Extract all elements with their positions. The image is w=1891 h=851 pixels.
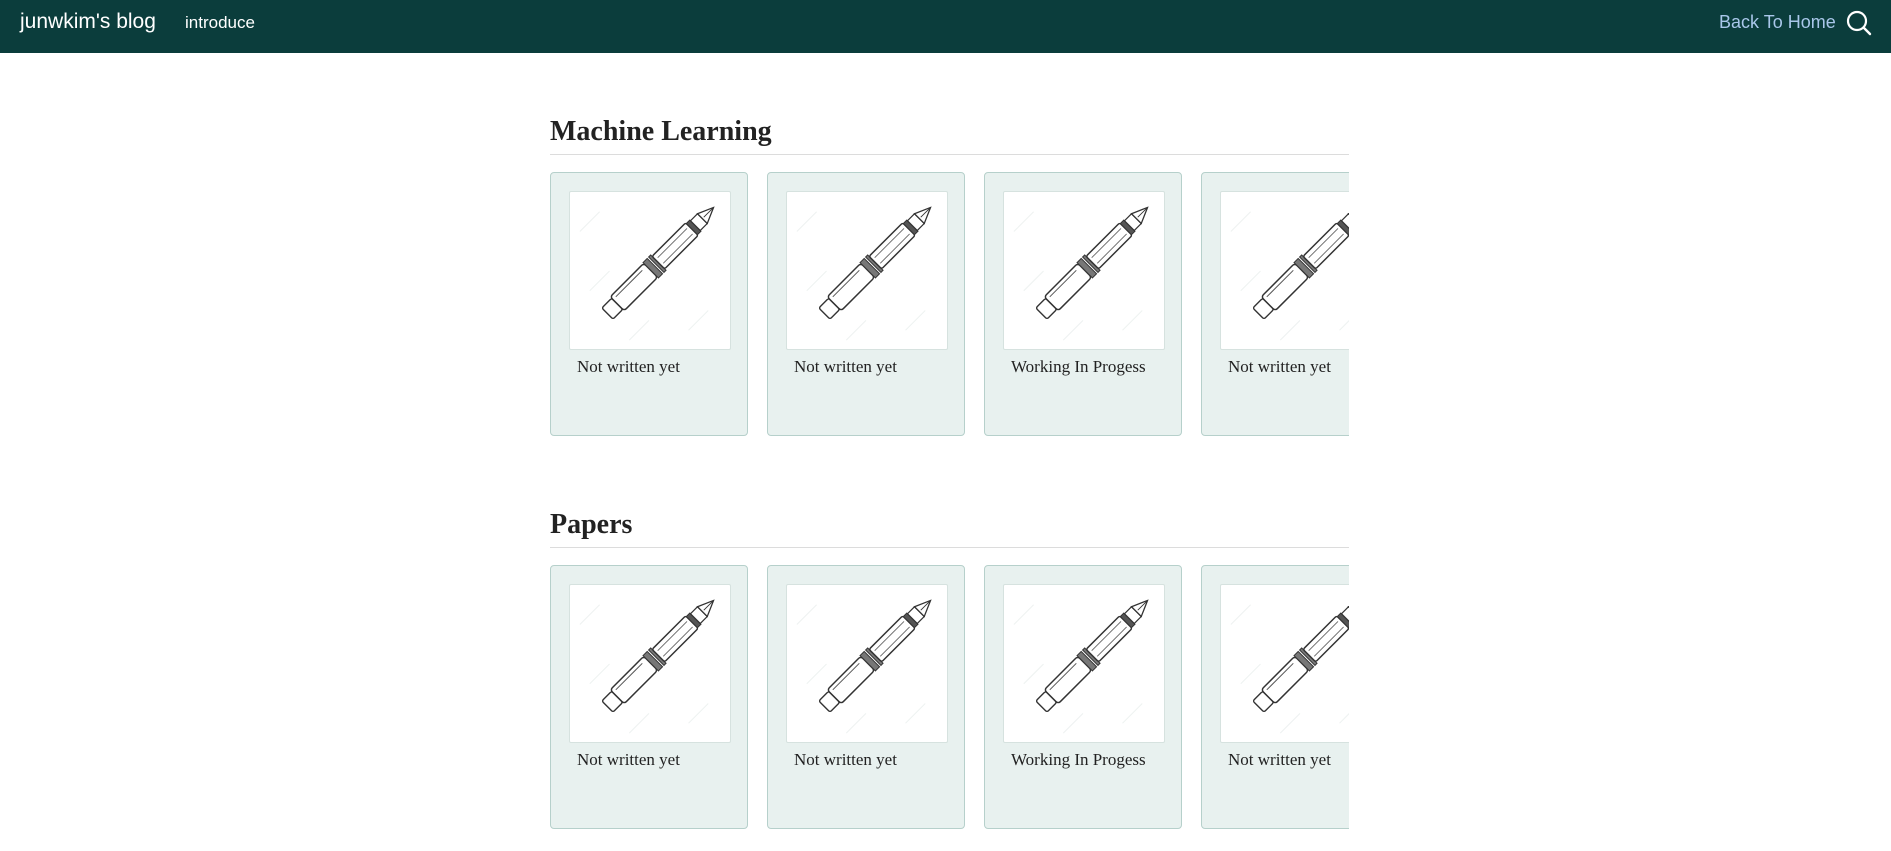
fountain-pen-icon bbox=[1003, 584, 1165, 743]
fountain-pen-icon bbox=[1220, 191, 1349, 350]
post-card-caption: Not written yet bbox=[1228, 750, 1331, 769]
nav-link-introduce[interactable]: introduce bbox=[185, 13, 255, 33]
fountain-pen-icon bbox=[786, 584, 948, 743]
post-card[interactable]: Not written yet bbox=[767, 172, 965, 436]
fountain-pen-icon bbox=[1003, 191, 1165, 350]
section-machine-learning: Machine Learning Not written yet Not wri… bbox=[550, 116, 1349, 442]
post-card-caption: Not written yet bbox=[794, 357, 897, 376]
post-card-caption: Not written yet bbox=[577, 357, 680, 376]
post-card[interactable]: Not written yet bbox=[767, 565, 965, 829]
blog-title-link[interactable]: junwkim's blog bbox=[20, 10, 156, 34]
post-card-caption: Not written yet bbox=[794, 750, 897, 769]
back-to-home-link[interactable]: Back To Home bbox=[1719, 12, 1836, 33]
post-card-caption: Working In Progess bbox=[1011, 750, 1146, 769]
card-row: Not written yet Not written yet Working … bbox=[550, 565, 1349, 835]
post-card[interactable]: Not written yet bbox=[550, 172, 748, 436]
fountain-pen-icon bbox=[569, 191, 731, 350]
section-title: Papers bbox=[550, 509, 1349, 548]
post-card-caption: Not written yet bbox=[1228, 357, 1331, 376]
card-row: Not written yet Not written yet Working … bbox=[550, 172, 1349, 442]
section-title: Machine Learning bbox=[550, 116, 1349, 155]
post-card[interactable]: Working In Progess bbox=[984, 172, 1182, 436]
top-navigation-bar: junwkim's blog introduce Back To Home bbox=[0, 0, 1891, 53]
fountain-pen-icon bbox=[786, 191, 948, 350]
post-card[interactable]: Not written yet bbox=[550, 565, 748, 829]
section-papers: Papers Not written yet Not written yet W… bbox=[550, 509, 1349, 835]
fountain-pen-icon bbox=[569, 584, 731, 743]
post-card[interactable]: Working In Progess bbox=[984, 565, 1182, 829]
post-card[interactable]: Not written yet bbox=[1201, 172, 1349, 436]
fountain-pen-icon bbox=[1220, 584, 1349, 743]
post-card[interactable]: Not written yet bbox=[1201, 565, 1349, 829]
post-card-caption: Working In Progess bbox=[1011, 357, 1146, 376]
post-card-caption: Not written yet bbox=[577, 750, 680, 769]
search-icon[interactable] bbox=[1845, 9, 1873, 37]
